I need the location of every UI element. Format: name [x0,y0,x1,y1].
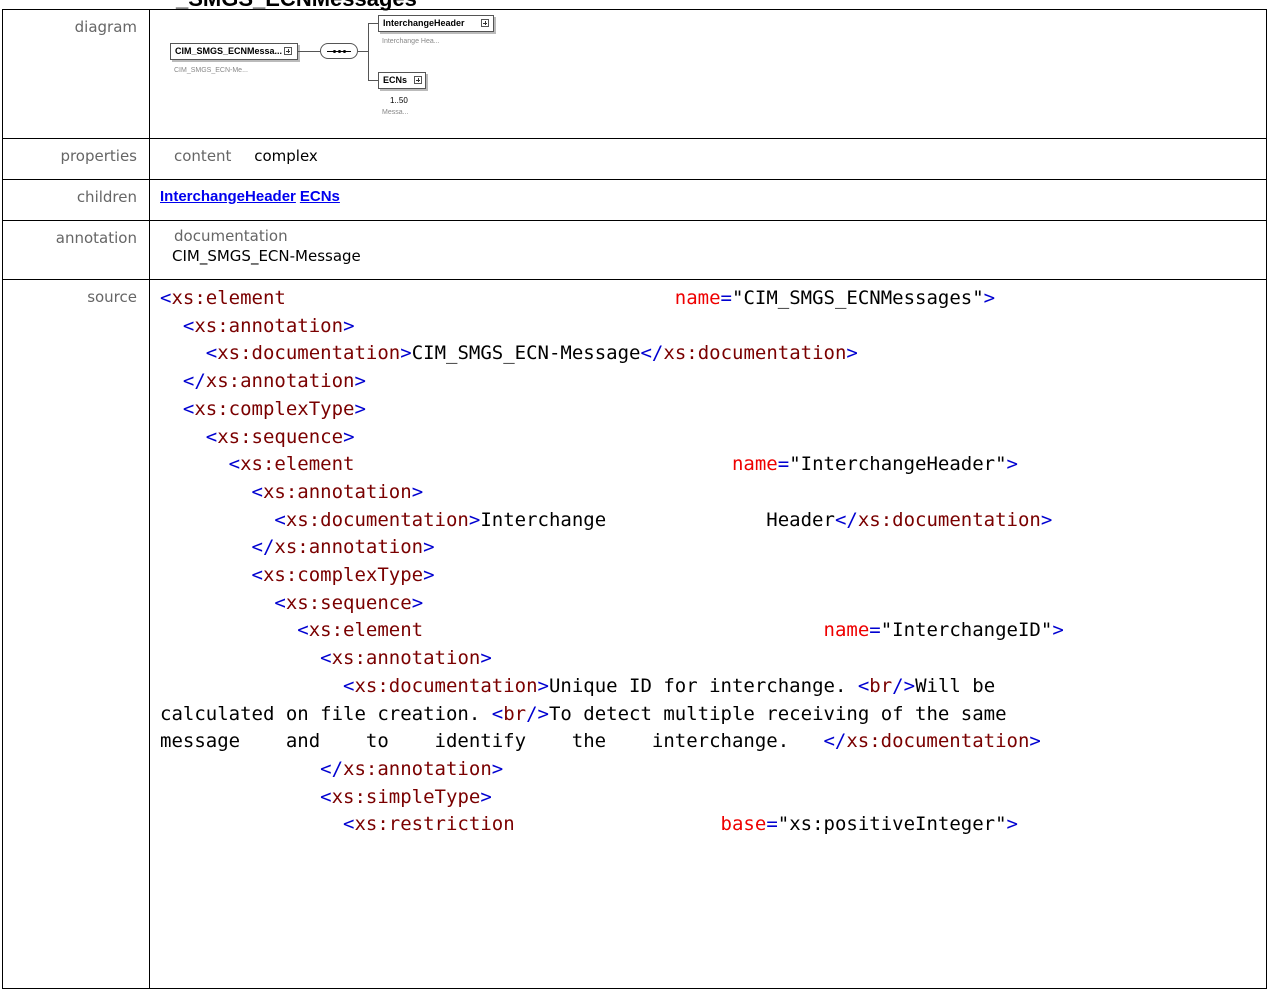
annotation-key: documentation [174,227,288,245]
property-key: content [174,147,232,165]
diagram-cell: CIM_SMGS_ECNMessa... CIM_SMGS_ECN-Me... [149,9,1267,139]
child-link-ecns[interactable]: ECNs [300,188,340,205]
source-line: <xs:restriction base="xs:positiveInteger… [343,813,1018,836]
source-code: <xs:element name="CIM_SMGS_ECNMessages">… [160,285,1266,839]
diagram-root-box[interactable]: CIM_SMGS_ECNMessa... [170,43,298,60]
expand-interchangeheader-icon[interactable] [481,19,489,27]
source-label: source [2,279,150,989]
source-line: <xs:complexType> [182,397,366,420]
source-line: <xs:annotation> [320,647,492,670]
annotation-row: annotation documentation CIM_SMGS_ECN-Me… [2,220,1267,280]
diagram-child-interchangeheader[interactable]: InterchangeHeader [378,15,494,32]
source-line: <xs:element name="CIM_SMGS_ECNMessages"> [160,287,996,309]
source-line: calculated on file creation. <br/>To det… [160,702,1007,725]
properties-row: properties content complex [2,138,1267,180]
source-line: </xs:annotation> [182,370,366,393]
source-line: <xs:documentation>Unique ID for intercha… [343,674,996,697]
expand-root-icon[interactable] [284,47,292,55]
connector-line [368,23,378,24]
source-line: </xs:annotation> [251,536,435,559]
children-row: children InterchangeHeader ECNs [2,179,1267,221]
diagram-root-sub: CIM_SMGS_ECN-Me... [174,67,248,74]
source-line: <xs:element name="InterchangeHeader"> [228,453,1018,476]
source-line: <xs:simpleType> [320,785,492,808]
children-cell: InterchangeHeader ECNs [149,179,1267,221]
sequence-compositor-icon [320,43,358,59]
source-line: message and to identify the interchange.… [160,730,1041,753]
source-cell: <xs:element name="CIM_SMGS_ECNMessages">… [149,279,1267,989]
source-line: <xs:element name="InterchangeID"> [297,619,1064,642]
annotation-label: annotation [2,220,150,280]
diagram-label: diagram [2,9,150,139]
connector-line [298,51,320,52]
property-value: complex [254,147,318,165]
properties-label: properties [2,138,150,180]
source-line: <xs:documentation>Interchange Header</xs… [274,508,1053,531]
source-line: <xs:sequence> [274,591,424,614]
annotation-cell: documentation CIM_SMGS_ECN-Message [149,220,1267,280]
source-line: <xs:annotation> [251,480,424,503]
diagram-child2-occurs: 1..50 [390,96,408,105]
source-line: <xs:documentation>CIM_SMGS_ECN-Message</… [205,342,858,365]
diagram-child1-name: InterchangeHeader [383,18,465,28]
connector-line [368,80,378,81]
source-line: <xs:annotation> [182,314,355,337]
source-row: source <xs:element name="CIM_SMGS_ECNMes… [2,279,1267,989]
connector-line [358,51,368,52]
diagram-child1-sub: Interchange Hea... [382,38,440,45]
source-line: <xs:sequence> [205,425,355,448]
diagram-row: diagram CIM_SMGS_ECNMessa... CIM_SMGS_EC… [2,9,1267,139]
child-link-interchangeheader[interactable]: InterchangeHeader [160,188,296,205]
annotation-value: CIM_SMGS_ECN-Message [172,247,361,265]
connector-line [368,23,369,81]
properties-cell: content complex [149,138,1267,180]
diagram-child2-name: ECNs [383,75,408,85]
element-doc-table: diagram CIM_SMGS_ECNMessa... CIM_SMGS_EC… [2,9,1267,989]
diagram-child2-sub: Messa... [382,109,409,116]
children-label: children [2,179,150,221]
diagram-root-name: CIM_SMGS_ECNMessa... [175,46,283,56]
expand-ecns-icon[interactable] [414,76,422,84]
source-line: <xs:complexType> [251,564,435,587]
source-line: </xs:annotation> [320,757,504,780]
schema-diagram: CIM_SMGS_ECNMessa... CIM_SMGS_ECN-Me... [160,10,1266,130]
